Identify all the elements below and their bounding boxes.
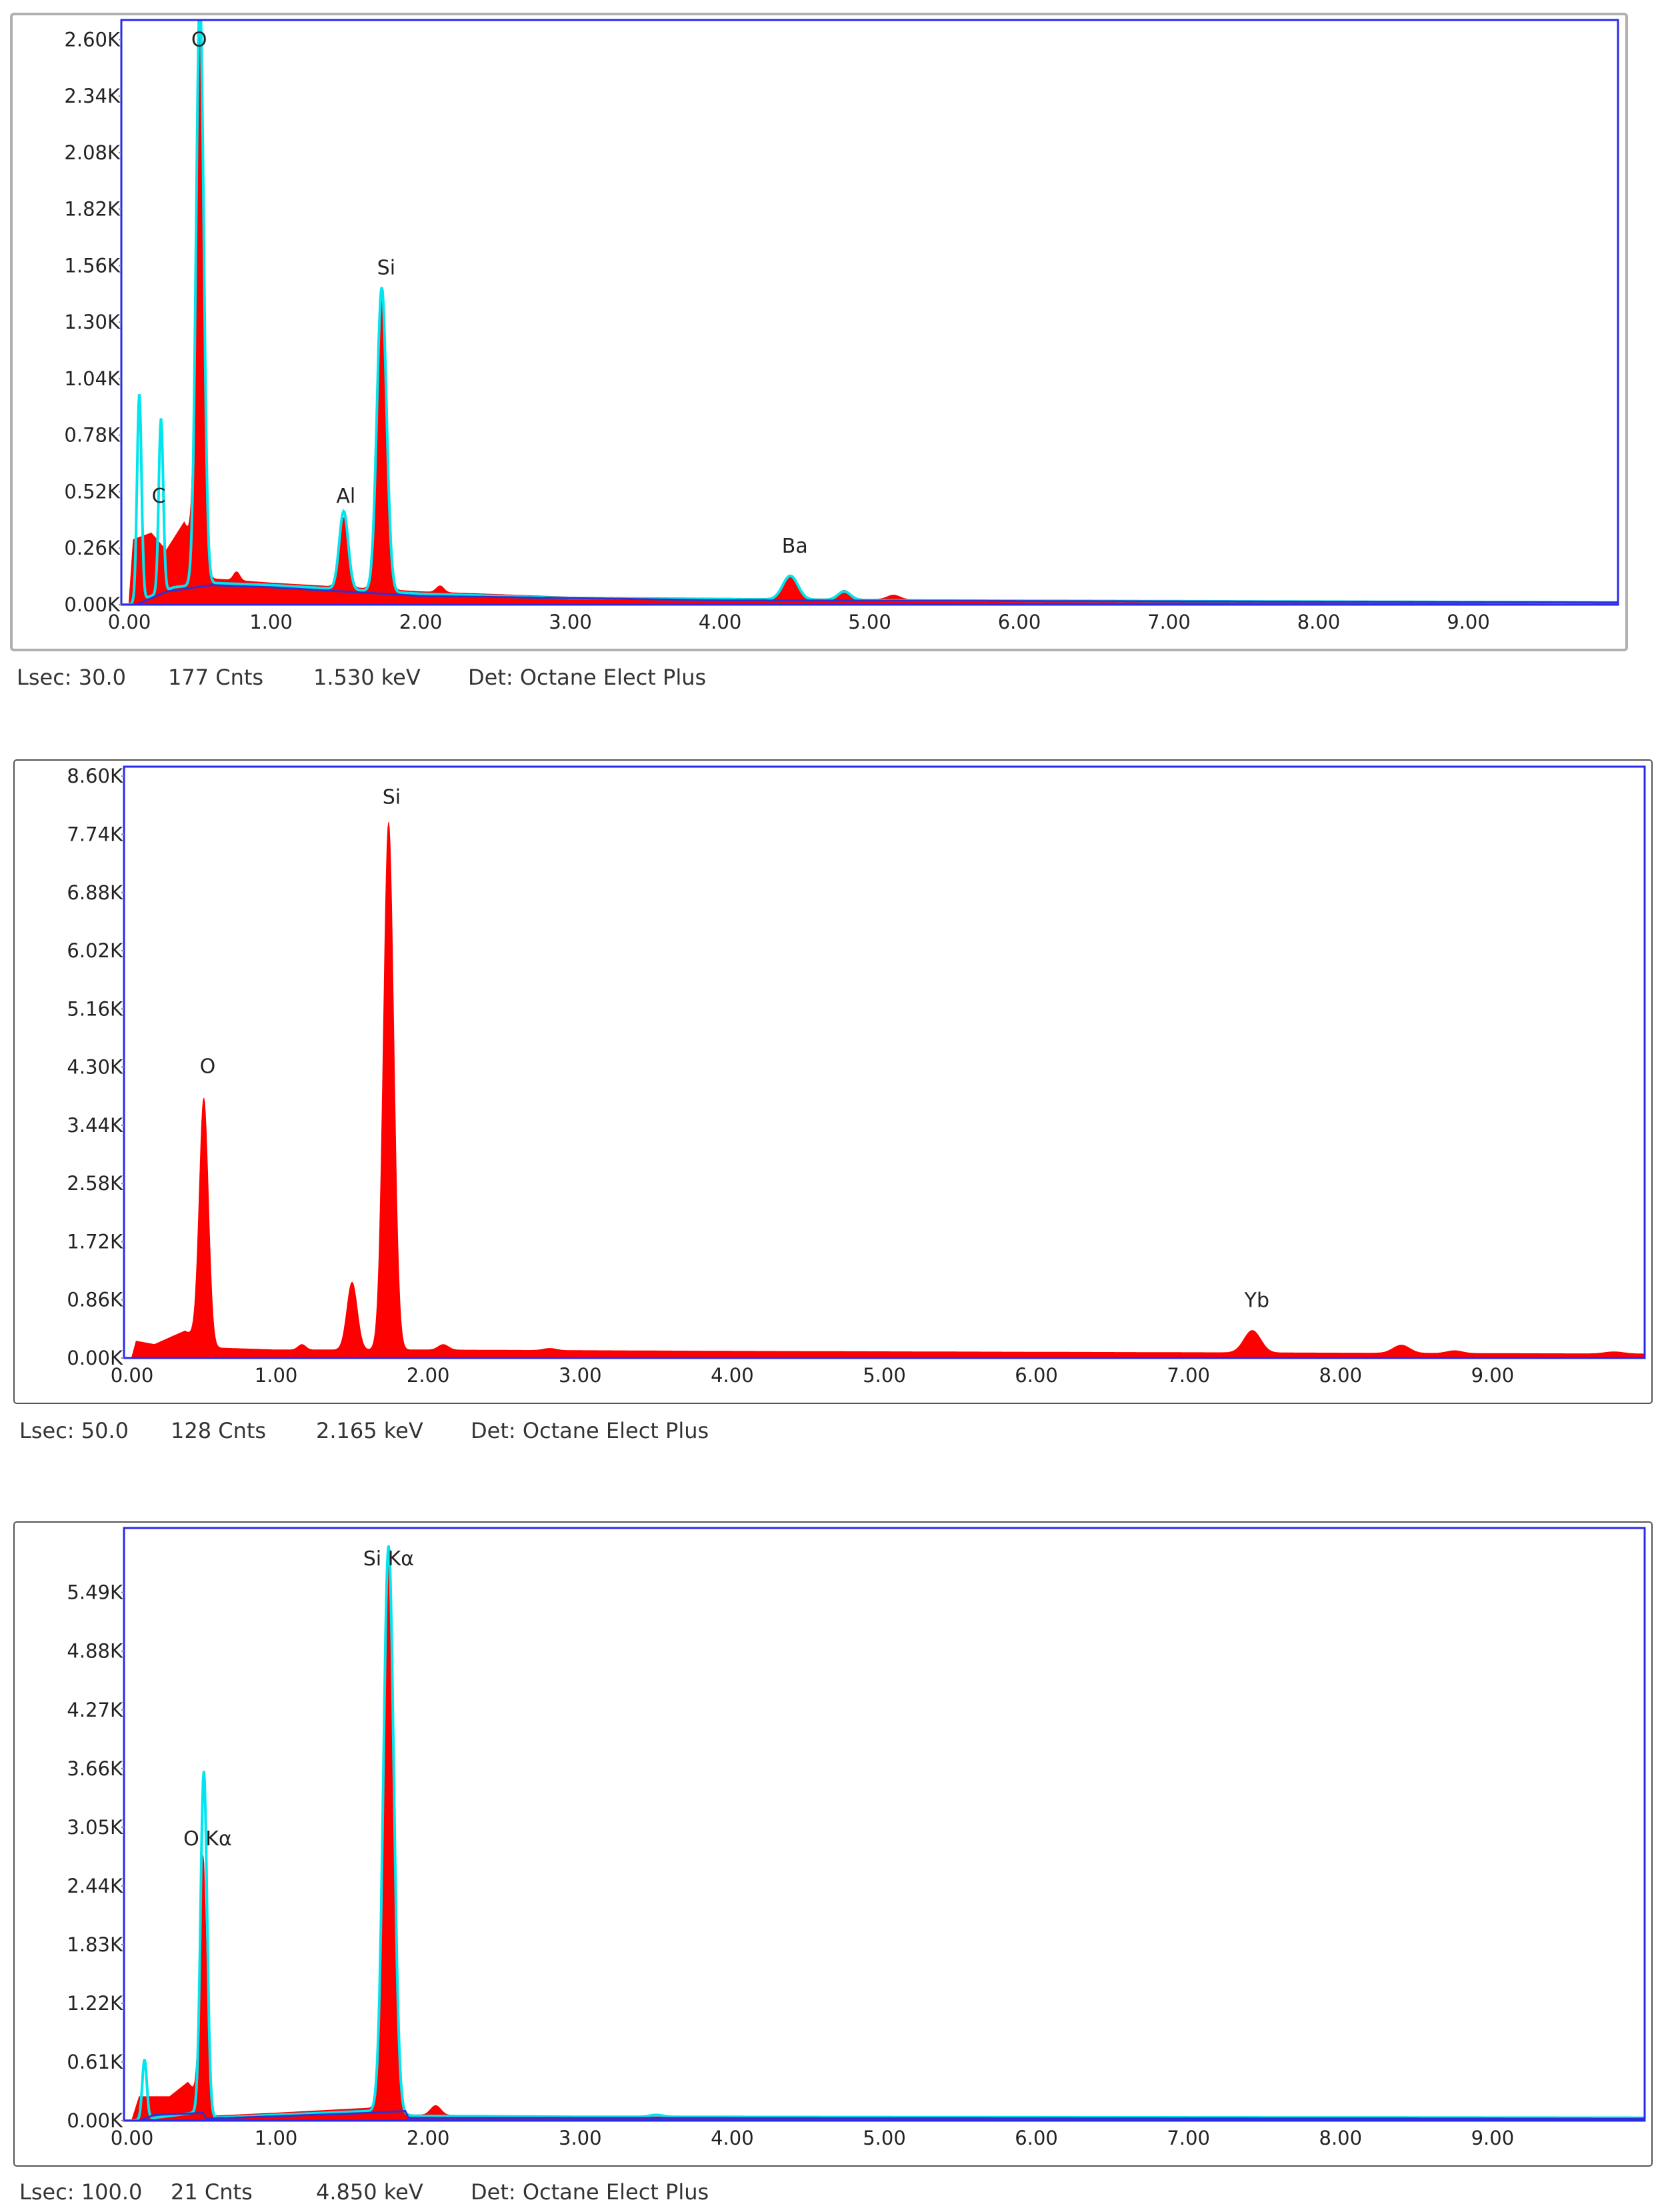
- x-tick-label: 5.00: [863, 1364, 906, 1387]
- spectrum-panel-2: 0.00K0.86K1.72K2.58K3.44K4.30K5.16K6.02K…: [13, 759, 1653, 1443]
- peak-label: O: [200, 1055, 216, 1079]
- footer-energy: 4.850 keV: [316, 2179, 423, 2205]
- x-tick-label: 4.00: [699, 611, 742, 633]
- footer-energy: 1.530 keV: [313, 665, 421, 690]
- y-tick-label: 1.22K: [67, 1992, 123, 2015]
- x-tick-label: 0.00: [111, 2127, 154, 2149]
- x-tick-label: 7.00: [1167, 2127, 1210, 2149]
- y-tick-label: 0.61K: [67, 2051, 123, 2073]
- x-tick-label: 2.00: [407, 1364, 450, 1387]
- x-tick-label: 8.00: [1297, 611, 1341, 633]
- x-tick-label: 4.00: [711, 1364, 754, 1387]
- spectrum-panel-3: 0.00K0.61K1.22K1.83K2.44K3.05K3.66K4.27K…: [13, 1521, 1653, 2205]
- y-tick-label: 4.27K: [67, 1699, 123, 1721]
- x-tick-label: 9.00: [1471, 1364, 1515, 1387]
- x-tick-label: 0.00: [111, 1364, 154, 1387]
- footer-counts: 128 Cnts: [171, 1418, 266, 1443]
- y-tick-label: 3.05K: [67, 1816, 123, 1839]
- spectrum-panel-1: 0.00K0.26K0.52K0.78K1.04K1.30K1.56K1.82K…: [10, 13, 1628, 690]
- footer-lsec: Lsec: 30.0: [17, 665, 126, 690]
- x-tick-label: 1.00: [255, 2127, 298, 2149]
- y-tick-label: 6.02K: [67, 939, 123, 962]
- y-tick-label: 3.66K: [67, 1757, 123, 1780]
- x-tick-label: 1.00: [255, 1364, 298, 1387]
- x-tick-label: 5.00: [848, 611, 891, 633]
- peak-label: O: [191, 28, 207, 51]
- x-tick-label: 9.00: [1447, 611, 1490, 633]
- panel-frame: [10, 13, 1628, 651]
- eds-spectra-figure: 0.00K0.26K0.52K0.78K1.04K1.30K1.56K1.82K…: [10, 13, 1653, 2205]
- y-tick-label: 1.56K: [64, 254, 121, 277]
- y-tick-label: 2.44K: [67, 1875, 123, 1897]
- x-tick-label: 7.00: [1167, 1364, 1210, 1387]
- x-tick-label: 3.00: [559, 1364, 602, 1387]
- footer-energy: 2.165 keV: [316, 1418, 423, 1443]
- footer-detector: Det: Octane Elect Plus: [471, 2179, 709, 2205]
- y-tick-label: 0.26K: [64, 537, 121, 559]
- footer-counts: 177 Cnts: [168, 665, 263, 690]
- footer-detector: Det: Octane Elect Plus: [471, 1418, 709, 1443]
- x-tick-label: 3.00: [549, 611, 592, 633]
- x-tick-label: 8.00: [1319, 1364, 1363, 1387]
- footer-detector: Det: Octane Elect Plus: [468, 665, 706, 690]
- x-tick-label: 9.00: [1471, 2127, 1515, 2149]
- peak-label: Al: [336, 485, 355, 508]
- y-tick-label: 1.30K: [64, 311, 121, 333]
- y-tick-label: 2.08K: [64, 141, 121, 164]
- y-tick-label: 2.60K: [64, 28, 121, 51]
- y-tick-label: 0.52K: [64, 480, 121, 503]
- y-tick-label: 5.16K: [67, 997, 123, 1020]
- x-tick-label: 2.00: [407, 2127, 450, 2149]
- y-tick-label: 7.74K: [67, 823, 123, 845]
- panel-frame: [13, 759, 1653, 1404]
- footer-lsec: Lsec: 100.0: [19, 2179, 142, 2205]
- peak-label: Ba: [782, 535, 808, 558]
- footer-counts: 21 Cnts: [171, 2179, 253, 2205]
- y-tick-label: 1.04K: [64, 367, 121, 390]
- x-tick-label: 5.00: [863, 2127, 906, 2149]
- x-tick-label: 6.00: [1015, 1364, 1058, 1387]
- footer-lsec: Lsec: 50.0: [19, 1418, 129, 1443]
- y-tick-label: 4.30K: [67, 1056, 123, 1079]
- peak-label: Yb: [1244, 1289, 1269, 1313]
- peak-label: Si: [383, 786, 401, 809]
- y-tick-label: 1.82K: [64, 198, 121, 221]
- y-tick-label: 8.60K: [67, 765, 123, 787]
- x-tick-label: 3.00: [559, 2127, 602, 2149]
- x-tick-label: 1.00: [249, 611, 293, 633]
- x-tick-label: 0.00: [108, 611, 151, 633]
- y-tick-label: 6.88K: [67, 881, 123, 904]
- y-tick-label: 4.88K: [67, 1640, 123, 1663]
- y-tick-label: 2.34K: [64, 85, 121, 107]
- y-tick-label: 1.72K: [67, 1230, 123, 1253]
- panel-frame: [13, 1521, 1653, 2167]
- peak-label: Si: [377, 257, 395, 280]
- y-tick-label: 0.86K: [67, 1289, 123, 1311]
- x-tick-label: 2.00: [399, 611, 443, 633]
- y-tick-label: 3.44K: [67, 1114, 123, 1137]
- y-tick-label: 5.49K: [67, 1581, 123, 1604]
- x-tick-label: 6.00: [998, 611, 1041, 633]
- x-tick-label: 7.00: [1147, 611, 1191, 633]
- peak-label: O Kα: [183, 1827, 232, 1851]
- peak-label: C: [152, 485, 166, 508]
- x-tick-label: 8.00: [1319, 2127, 1363, 2149]
- y-tick-label: 0.78K: [64, 424, 121, 447]
- y-tick-label: 2.58K: [67, 1172, 123, 1195]
- x-tick-label: 6.00: [1015, 2127, 1058, 2149]
- peak-label: Si Kα: [363, 1547, 414, 1571]
- x-tick-label: 4.00: [711, 2127, 754, 2149]
- y-tick-label: 1.83K: [67, 1933, 123, 1956]
